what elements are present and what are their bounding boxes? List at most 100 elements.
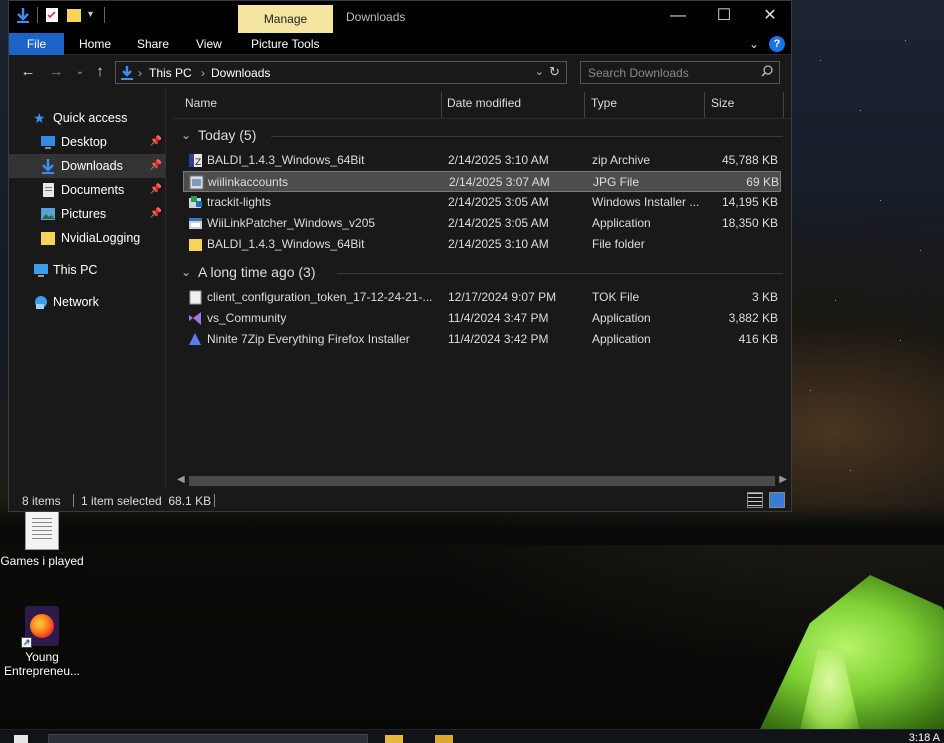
status-bar: 8 items 1 item selected 68.1 KB [9,489,791,511]
start-button-icon[interactable] [14,735,28,743]
pin-icon[interactable]: 📌 [150,154,162,178]
properties-icon[interactable] [44,7,60,23]
desktop-icon [40,134,56,150]
scroll-right-arrow-icon[interactable]: ▶ [779,474,787,485]
desktop-icon-games-i-played[interactable]: Games i played [0,510,84,568]
tab-share[interactable]: Share [137,33,169,55]
forward-arrow-icon[interactable]: → [47,63,65,81]
table-row-selected[interactable]: wiilinkaccounts 2/14/2025 3:07 AM JPG Fi… [183,171,781,192]
manage-context-tab[interactable]: Manage [238,5,333,33]
collapse-chevron-icon[interactable]: ⌄ [181,128,191,142]
breadcrumb-separator-icon: › [201,66,205,80]
tab-file[interactable]: File [9,33,64,55]
search-icon [761,65,773,80]
column-header-date-modified[interactable]: Date modified [441,89,584,119]
this-pc-icon [33,262,49,278]
taskbar-clock[interactable]: 3:18 A [909,732,940,743]
downloads-icon [40,158,56,174]
taskbar-app-icon[interactable] [435,735,453,743]
sidebar-item-pictures[interactable]: Pictures 📌 [9,202,166,226]
selection-info: 1 item selected 68.1 KB [81,494,212,508]
tab-view[interactable]: View [196,33,222,55]
customize-toolbar-icon[interactable]: ▾ [88,7,98,23]
star-icon: ★ [33,110,46,126]
table-row[interactable]: Z BALDI_1.4.3_Windows_64Bit 2/14/2025 3:… [183,150,781,171]
scroll-left-arrow-icon[interactable]: ◀ [177,474,185,485]
pin-icon[interactable]: 📌 [150,178,162,202]
sidebar-item-network[interactable]: Network [9,290,166,314]
minimize-button[interactable]: — [655,1,701,33]
firefox-shortcut-icon: ↗ [21,606,59,648]
maximize-button[interactable]: ☐ [701,1,747,33]
file-explorer-taskbar-icon[interactable] [385,735,403,743]
sidebar-item-quick-access[interactable]: ★ Quick access [9,106,166,130]
file-list: Name Date modified Type Size ⌄ Today (5)… [173,89,791,489]
desktop-icon-label: Games i played [0,554,84,568]
zip-archive-icon: Z [188,153,203,168]
downloads-location-icon [120,65,134,84]
search-box[interactable]: Search Downloads [580,61,780,84]
close-button[interactable]: ✕ [747,1,793,33]
large-icons-view-icon[interactable] [769,492,785,508]
refresh-icon[interactable]: ↻ [549,64,560,80]
shortcut-arrow-icon: ↗ [21,637,32,648]
ninite-icon [188,332,203,347]
item-count: 8 items [22,494,61,508]
breadcrumb-this-pc[interactable]: This PC [149,66,192,80]
details-view-icon[interactable] [747,492,763,508]
column-header-type[interactable]: Type [585,89,704,119]
taskbar-search[interactable] [48,734,368,743]
pin-icon[interactable]: 📌 [150,130,162,154]
table-row[interactable]: Ninite 7Zip Everything Firefox Installer… [183,329,781,350]
table-row[interactable]: client_configuration_token_17-12-24-21-.… [183,287,781,308]
desktop-icon-young-entrepreneur[interactable]: ↗ Young Entrepreneu... [0,606,84,678]
group-header-a-long-time-ago[interactable]: ⌄ A long time ago (3) [173,262,791,284]
pictures-icon [40,206,56,222]
help-icon[interactable]: ? [769,36,785,52]
folder-icon [188,237,203,252]
new-folder-icon[interactable] [66,7,82,23]
sidebar-item-documents[interactable]: Documents 📌 [9,178,166,202]
visual-studio-icon [188,311,203,326]
table-row[interactable]: vs_Community 11/4/2024 3:47 PM Applicati… [183,308,781,329]
navigation-pane: ★ Quick access Desktop 📌 Downloads 📌 Doc… [9,89,166,489]
sidebar-item-nvidialogging[interactable]: NvidiaLogging [9,226,166,250]
table-row[interactable]: BALDI_1.4.3_Windows_64Bit 2/14/2025 3:10… [183,234,781,255]
collapse-chevron-icon[interactable]: ⌄ [181,265,191,279]
blank-file-icon [188,290,203,305]
quick-access-toolbar: ▾ [15,7,105,23]
table-row[interactable]: WiiLinkPatcher_Windows_v205 2/14/2025 3:… [183,213,781,234]
text-document-icon [25,510,59,550]
svg-text:Z: Z [195,158,201,168]
network-icon [33,294,49,310]
column-header-size[interactable]: Size [705,89,783,119]
address-bar[interactable]: › This PC › Downloads ⌄ [115,61,567,84]
sidebar-item-desktop[interactable]: Desktop 📌 [9,130,166,154]
breadcrumb-separator-icon: › [138,66,142,80]
horizontal-scrollbar[interactable]: ◀ ▶ [173,473,791,489]
address-dropdown-chevron-icon[interactable]: ⌄ [535,65,544,78]
download-arrow-icon [15,7,31,23]
tab-picture-tools[interactable]: Picture Tools [251,33,319,55]
pin-icon[interactable]: 📌 [150,202,162,226]
breadcrumb-downloads[interactable]: Downloads [211,66,270,80]
title-bar: ▾ Manage Downloads — ☐ ✕ [9,1,791,33]
window-title: Downloads [346,10,406,24]
expand-ribbon-chevron-icon[interactable]: ⌄ [749,37,759,51]
sidebar-item-this-pc[interactable]: This PC [9,258,166,282]
application-icon [188,216,203,231]
desktop-icon-label: Young Entrepreneu... [3,650,81,678]
table-row[interactable]: trackit-lights 2/14/2025 3:05 AM Windows… [183,192,781,213]
up-arrow-icon[interactable]: ↑ [91,63,109,81]
folder-icon [40,230,56,246]
sidebar-item-downloads[interactable]: Downloads 📌 [9,154,166,178]
group-header-today[interactable]: ⌄ Today (5) [173,125,791,147]
taskbar: 3:18 A [0,729,944,743]
recent-locations-chevron-icon[interactable]: ⌄ [71,63,89,81]
column-header-name[interactable]: Name [179,89,441,119]
back-arrow-icon[interactable]: ← [19,63,37,81]
column-headers: Name Date modified Type Size [173,89,791,119]
scrollbar-thumb[interactable] [189,476,775,486]
documents-icon [40,182,56,198]
tab-home[interactable]: Home [79,33,111,55]
